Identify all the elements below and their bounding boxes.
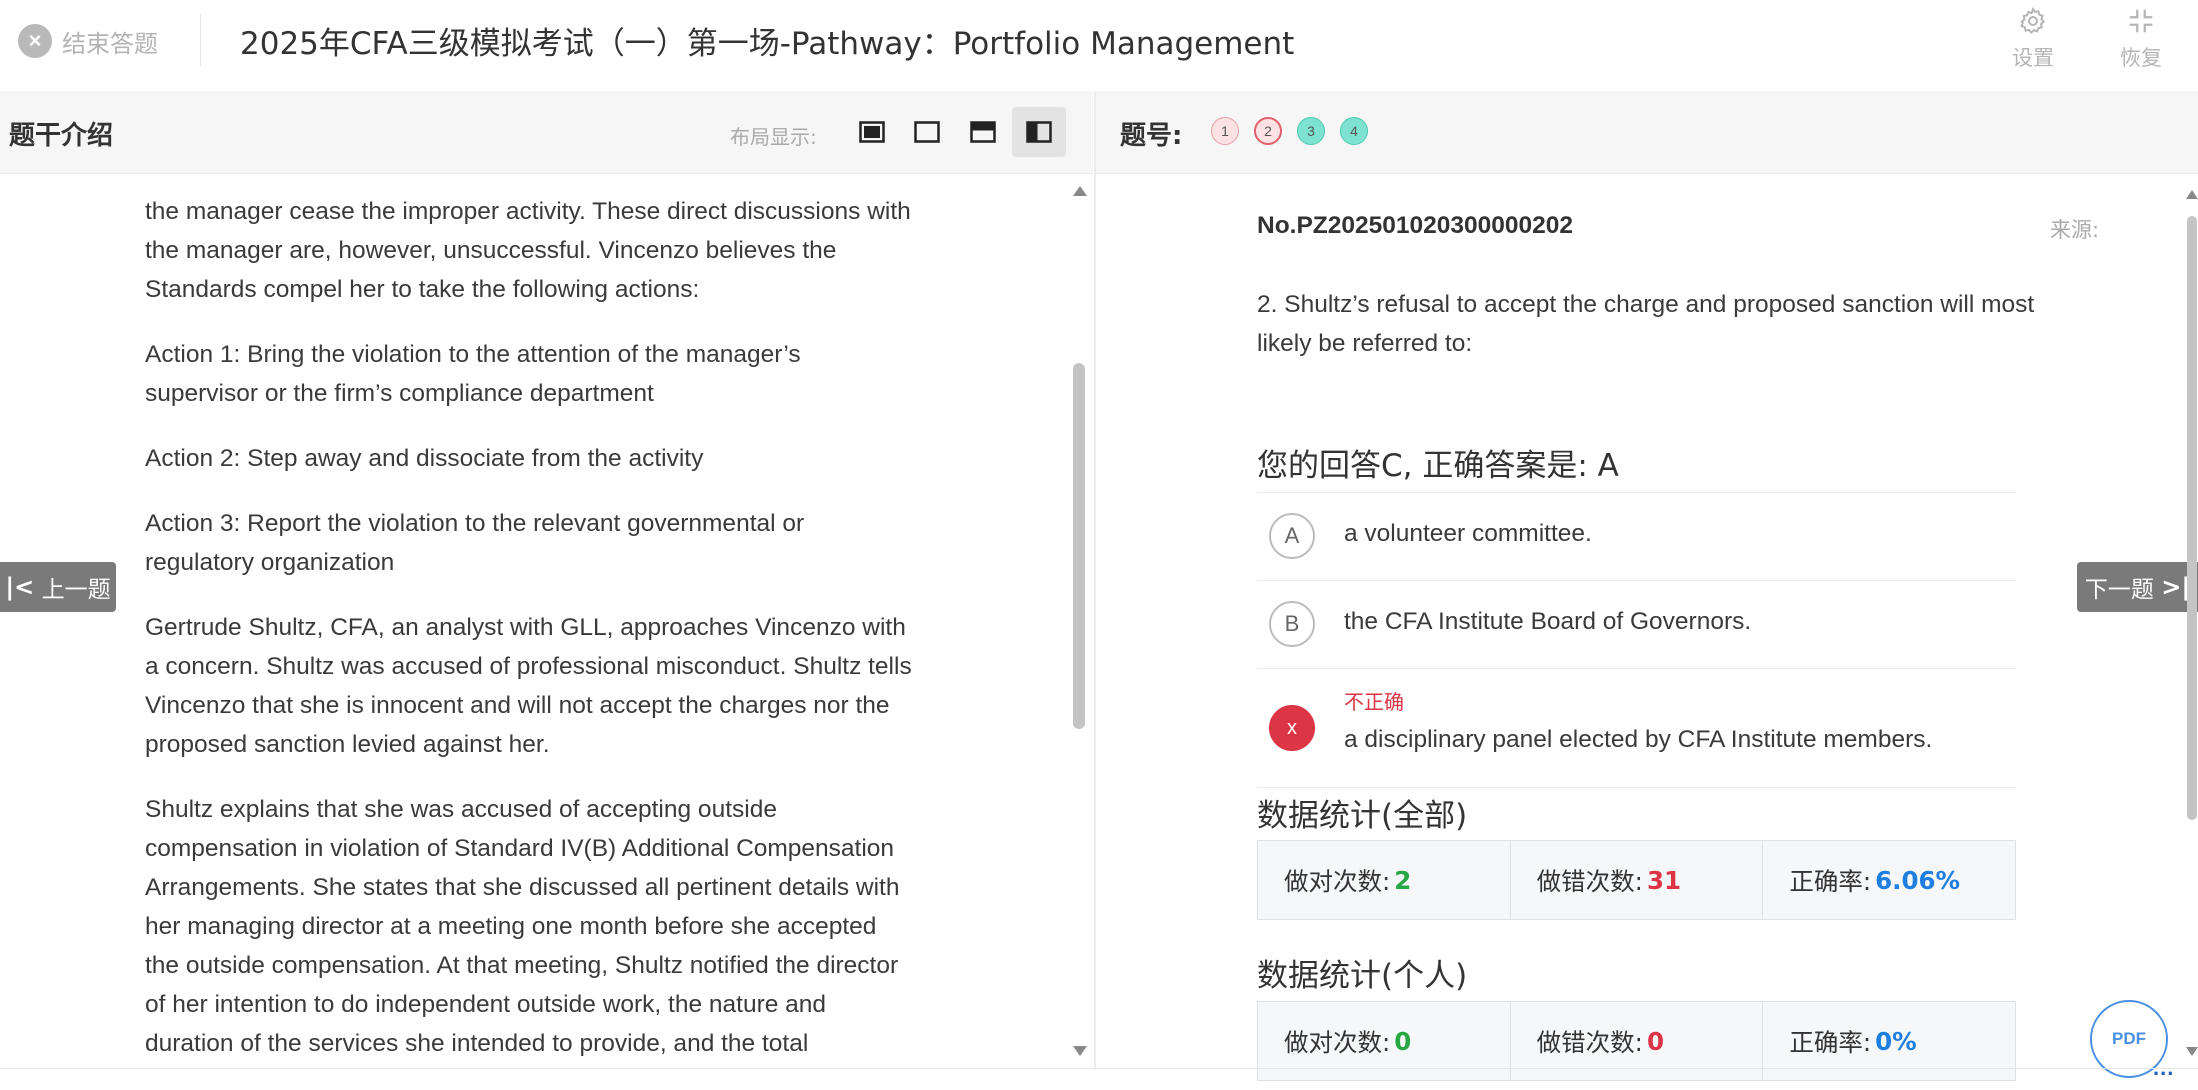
- question-panel-header: 题号: 1 2 3 4: [1096, 91, 2198, 174]
- close-circle-icon: ×: [18, 24, 52, 58]
- incorrect-tag: 不正确: [1344, 690, 1404, 714]
- layout-side-button[interactable]: [1012, 107, 1066, 157]
- stats-personal-title: 数据统计(个人): [1257, 958, 1468, 994]
- exam-title: 2025年CFA三级模拟考试（一）第一场-Pathway：Portfolio M…: [240, 26, 1295, 62]
- scroll-up-arrow-icon[interactable]: [2186, 190, 2198, 199]
- stats-value: 0%: [1875, 1026, 1917, 1056]
- option-b[interactable]: B the CFA Institute Board of Governors.: [1257, 580, 2017, 668]
- option-text: a disciplinary panel elected by CFA Inst…: [1344, 726, 1933, 753]
- scroll-down-arrow-icon[interactable]: [1073, 1046, 1087, 1056]
- compress-icon: [2129, 9, 2153, 33]
- stats-label: 正确率:: [1789, 1027, 1872, 1057]
- question-number-label: 题号:: [1120, 121, 1183, 151]
- layout-label: 布局显示:: [730, 125, 817, 149]
- stem-paragraph: Shultz explains that she was accused of …: [145, 796, 900, 1057]
- layout-top-button[interactable]: [956, 107, 1010, 157]
- layout-empty-icon: [914, 121, 940, 143]
- stats-value: 6.06%: [1875, 865, 1961, 895]
- stem-paragraph: Action 1: Bring the violation to the att…: [145, 341, 801, 407]
- wrong-mark-icon: x: [1269, 705, 1315, 751]
- stats-value: 31: [1646, 865, 1682, 895]
- layout-top-icon: [970, 121, 996, 143]
- scroll-down-arrow-icon[interactable]: [2186, 1047, 2198, 1056]
- source-label: 来源:: [2050, 218, 2100, 242]
- stats-accuracy: 正确率: 6.06%: [1763, 841, 2015, 919]
- restore-label: 恢复: [2120, 46, 2162, 70]
- stats-all-box: 做对次数: 2 做错次数: 31 正确率: 6.06%: [1257, 840, 2016, 920]
- question-dot-1[interactable]: 1: [1211, 117, 1239, 145]
- top-bar: × 结束答题 2025年CFA三级模拟考试（一）第一场-Pathway：Port…: [0, 0, 2198, 80]
- settings-label: 设置: [2012, 46, 2054, 70]
- bottom-divider: [0, 1068, 2198, 1069]
- clipped-line: [145, 174, 915, 184]
- options-list: A a volunteer committee. B the CFA Insti…: [1257, 492, 2017, 788]
- option-c[interactable]: x 不正确 a disciplinary panel elected by CF…: [1257, 668, 2017, 788]
- answer-summary: 您的回答C, 正确答案是: A: [1257, 448, 1619, 484]
- end-exam-label: 结束答题: [62, 29, 158, 58]
- next-question-label: 下一题: [2084, 577, 2154, 603]
- question-dot-3[interactable]: 3: [1297, 117, 1325, 145]
- stats-label: 做对次数:: [1284, 866, 1391, 896]
- stem-content: the manager cease the improper activity.…: [145, 174, 915, 1068]
- scroll-up-arrow-icon[interactable]: [1073, 186, 1087, 196]
- question-text: 2. Shultz’s refusal to accept the charge…: [1257, 291, 2035, 357]
- option-letter-badge: A: [1269, 513, 1315, 559]
- end-exam-button[interactable]: × 结束答题: [18, 20, 158, 62]
- stats-correct-count: 做对次数: 2: [1258, 841, 1511, 919]
- stem-scroll-thumb[interactable]: [1073, 363, 1085, 729]
- stats-label: 做对次数:: [1284, 1027, 1391, 1057]
- prev-question-label: 上一题: [41, 577, 111, 603]
- gear-icon: [2020, 6, 2046, 34]
- question-scroll-thumb[interactable]: [2187, 216, 2197, 820]
- stats-value: 2: [1394, 865, 1412, 895]
- stem-paragraph: the manager cease the improper activity.…: [145, 198, 911, 303]
- stats-label: 做错次数:: [1536, 866, 1643, 896]
- question-id: No.PZ202501020300000202: [1257, 212, 1574, 239]
- header-divider: [200, 14, 201, 66]
- option-text: the CFA Institute Board of Governors.: [1344, 608, 1752, 635]
- question-dot-2[interactable]: 2: [1254, 117, 1282, 145]
- stats-value: 0: [1646, 1026, 1664, 1056]
- option-text: a volunteer committee.: [1344, 520, 1592, 547]
- layout-full-icon: [859, 121, 885, 143]
- stem-panel-header: 题干介绍 布局显示:: [0, 91, 1093, 174]
- panel-divider[interactable]: [1094, 91, 1096, 1070]
- question-dot-4[interactable]: 4: [1340, 117, 1368, 145]
- prev-question-button[interactable]: |< 上一题: [0, 562, 116, 612]
- stem-section-title: 题干介绍: [9, 121, 114, 151]
- restore-button[interactable]: 恢复: [2106, 6, 2176, 72]
- question-scrollbar[interactable]: [2186, 186, 2198, 1056]
- layout-full-button[interactable]: [845, 107, 899, 157]
- stem-paragraph: Action 2: Step away and dissociate from …: [145, 445, 704, 472]
- next-question-button[interactable]: 下一题 >|: [2077, 562, 2198, 612]
- stem-paragraph: Gertrude Shultz, CFA, an analyst with GL…: [145, 614, 912, 758]
- option-a[interactable]: A a volunteer committee.: [1257, 492, 2017, 580]
- stats-personal-box: 做对次数: 0 做错次数: 0 正确率: 0%: [1257, 1001, 2016, 1081]
- pdf-icon: PDF: [2112, 1029, 2146, 1048]
- stats-label: 做错次数:: [1536, 1027, 1643, 1057]
- option-letter-badge: B: [1269, 601, 1315, 647]
- stats-value: 0: [1394, 1026, 1412, 1056]
- stem-paragraph: Action 3: Report the violation to the re…: [145, 510, 805, 576]
- stats-wrong-count: 做错次数: 31: [1511, 841, 1764, 919]
- settings-button[interactable]: 设置: [1998, 6, 2068, 72]
- stats-all-title: 数据统计(全部): [1257, 798, 1468, 834]
- stats-label: 正确率:: [1789, 866, 1872, 896]
- stem-scrollbar[interactable]: [1070, 186, 1088, 1056]
- chevron-left-bar-icon: |<: [5, 573, 35, 601]
- layout-empty-button[interactable]: [900, 107, 954, 157]
- layout-side-icon: [1026, 121, 1052, 143]
